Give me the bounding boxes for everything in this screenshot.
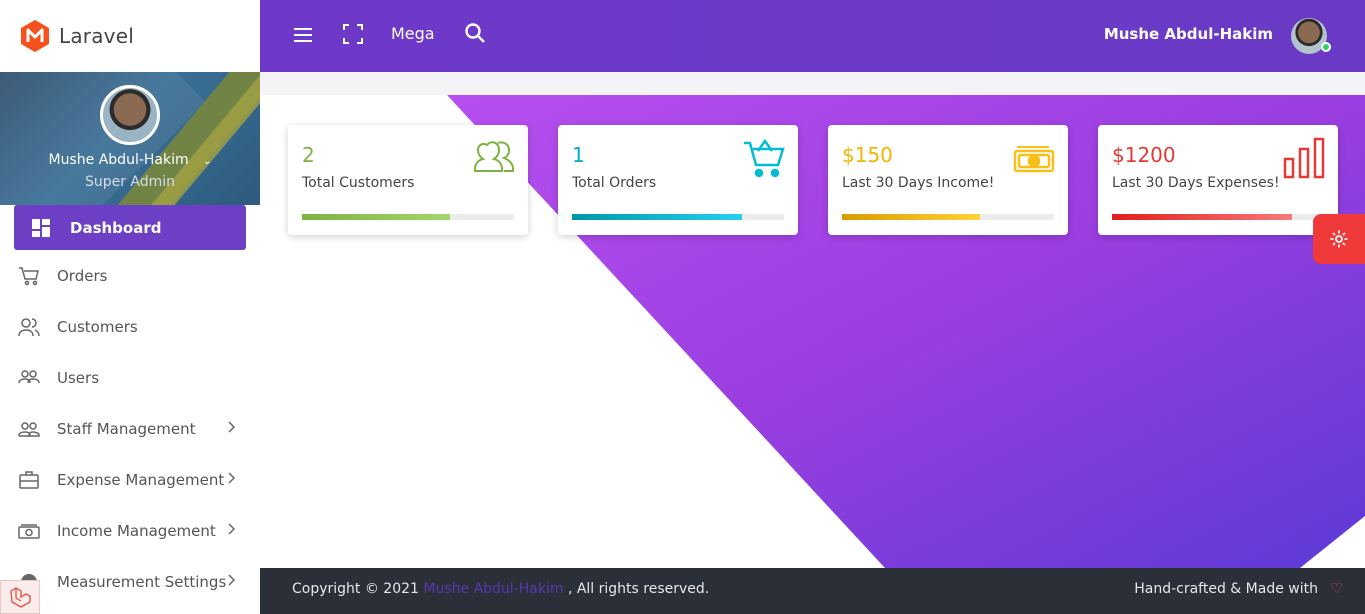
online-status-dot <box>1321 42 1331 52</box>
sidebar-item-label: Expense Management <box>57 470 225 489</box>
search-icon[interactable] <box>464 22 486 44</box>
sidebar-item-label: Customers <box>57 317 138 336</box>
topbar-user-name[interactable]: Mushe Abdul-Hakim <box>1104 25 1273 43</box>
sidebar-item-expense-management[interactable]: Expense Management <box>0 454 260 505</box>
card-label: Last 30 Days Income! <box>842 175 995 191</box>
staff-icon <box>18 421 40 437</box>
brand[interactable]: Laravel <box>0 0 260 72</box>
sidebar-item-label: Staff Management <box>57 419 196 438</box>
made-with-text: Hand-crafted & Made with <box>1134 581 1318 597</box>
laravel-logo-icon[interactable] <box>0 580 40 614</box>
progress-bar <box>1112 214 1324 220</box>
briefcase-icon <box>19 470 39 489</box>
sidebar-item-orders[interactable]: Orders <box>0 250 260 301</box>
sidebar-item-label: Dashboard <box>70 218 162 237</box>
sidebar: Laravel Mushe Abdul-Hakim ⌄ Super Admin … <box>0 0 260 614</box>
sidebar-item-dashboard[interactable]: Dashboard <box>14 205 246 250</box>
sidebar-item-customers[interactable]: Customers <box>0 301 260 352</box>
money-icon <box>18 523 40 539</box>
fullscreen-icon[interactable] <box>343 24 363 44</box>
top-navbar: Mega Mushe Abdul-Hakim <box>260 0 1365 72</box>
progress-bar <box>842 214 1054 220</box>
cart-icon <box>19 266 39 285</box>
sidebar-item-income-management[interactable]: Income Management <box>0 505 260 556</box>
chevron-right-icon <box>228 574 236 586</box>
progress-bar <box>302 214 514 220</box>
heart-icon: ♡ <box>1330 581 1343 597</box>
mega-menu-link[interactable]: Mega <box>391 24 435 43</box>
shopping-cart-icon <box>744 138 785 178</box>
chevron-right-icon <box>228 523 236 535</box>
progress-bar <box>572 214 784 220</box>
made-with: Hand-crafted & Made with ♡ <box>1134 581 1343 597</box>
chevron-down-icon[interactable]: ⌄ <box>203 156 211 167</box>
card-value: $1200 <box>1112 143 1176 167</box>
card-value: 2 <box>302 143 315 167</box>
user-profile-panel: Mushe Abdul-Hakim ⌄ Super Admin <box>0 72 260 205</box>
bar-chart-icon <box>1283 137 1325 179</box>
card-label: Total Customers <box>302 175 415 191</box>
user-group-icon <box>18 317 40 336</box>
dashboard-icon <box>32 218 50 237</box>
author-link[interactable]: Mushe Abdul-Hakim <box>423 581 563 597</box>
card-label: Last 30 Days Expenses! <box>1112 175 1280 191</box>
profile-name-text: Mushe Abdul-Hakim <box>48 152 189 168</box>
profile-name[interactable]: Mushe Abdul-Hakim ⌄ <box>0 152 260 168</box>
card-label: Total Orders <box>572 175 657 191</box>
sidebar-item-label: Measurement Settings <box>57 572 227 591</box>
profile-role: Super Admin <box>84 174 176 190</box>
chevron-right-icon <box>228 472 236 484</box>
brand-name: Laravel <box>59 24 134 48</box>
theme-settings-button[interactable] <box>1313 214 1365 264</box>
card-value: $150 <box>842 143 893 167</box>
chevron-right-icon <box>228 421 236 433</box>
users-icon <box>18 369 40 383</box>
avatar[interactable] <box>100 85 160 145</box>
sidebar-item-label: Income Management <box>57 521 216 540</box>
brand-logo-icon <box>21 20 49 52</box>
sidebar-nav: Dashboard Orders Customers Users Staff M <box>0 205 260 607</box>
menu-icon[interactable] <box>293 25 313 45</box>
cash-icon <box>1013 146 1055 173</box>
stat-card-orders[interactable]: 1 Total Orders <box>558 125 798 235</box>
stat-card-expenses[interactable]: $1200 Last 30 Days Expenses! <box>1098 125 1338 235</box>
card-value: 1 <box>572 143 585 167</box>
sidebar-item-users[interactable]: Users <box>0 352 260 403</box>
gear-icon <box>1330 230 1348 248</box>
main-content: 2 Total Customers 1 Total Orders $150 La… <box>260 72 1365 568</box>
sidebar-item-label: Users <box>57 368 100 387</box>
stat-card-customers[interactable]: 2 Total Customers <box>288 125 528 235</box>
copyright-prefix: Copyright © 2021 <box>292 581 419 597</box>
footer: Copyright © 2021 Mushe Abdul-Hakim , All… <box>260 568 1365 614</box>
copyright-suffix: , All rights reserved. <box>567 581 710 597</box>
copyright: Copyright © 2021 Mushe Abdul-Hakim , All… <box>292 581 709 597</box>
customers-icon <box>474 141 514 172</box>
sidebar-item-staff-management[interactable]: Staff Management <box>0 403 260 454</box>
sidebar-item-label: Orders <box>57 266 108 285</box>
stat-card-income[interactable]: $150 Last 30 Days Income! <box>828 125 1068 235</box>
